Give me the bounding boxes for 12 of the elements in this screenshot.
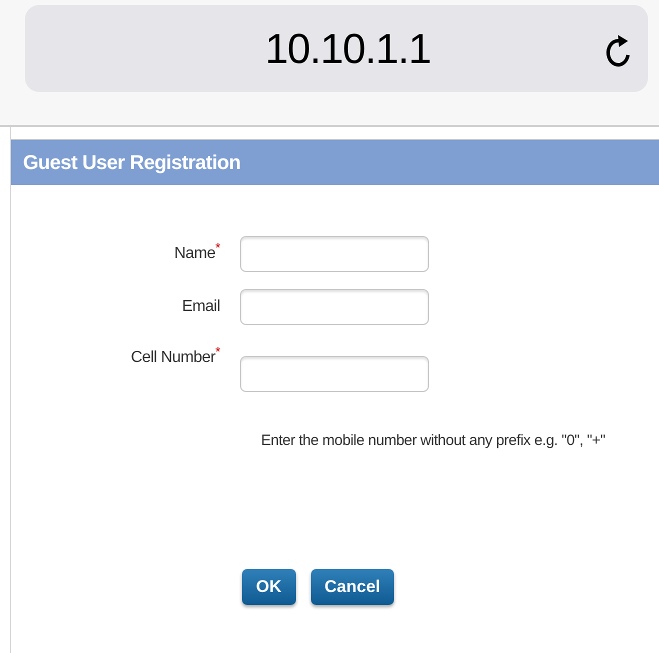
- ok-button[interactable]: OK: [242, 568, 296, 604]
- field-label: Email: [180, 297, 220, 317]
- hint-text: Enter the mobile number without any prefix e.g. "0", "+": [261, 431, 606, 451]
- text-field[interactable]: [240, 356, 429, 392]
- text-field[interactable]: [240, 289, 429, 325]
- field-label: Name$^{*}$: [173, 242, 220, 264]
- form-title: Guest User Registration: [23, 150, 240, 176]
- text-field[interactable]: [240, 236, 429, 272]
- cancel-button[interactable]: Cancel: [310, 568, 394, 604]
- field-label: Cell Number$^{*}$: [130, 346, 220, 368]
- address-bar[interactable]: 10.10.1.1: [25, 5, 648, 92]
- url-text: 10.10.1.1: [265, 24, 431, 74]
